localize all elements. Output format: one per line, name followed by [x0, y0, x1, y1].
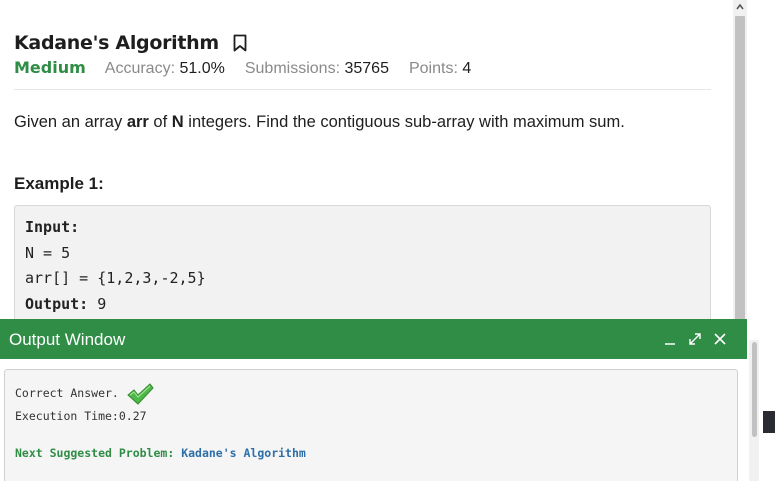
problem-title: Kadane's Algorithm [14, 32, 219, 54]
divider [14, 89, 711, 90]
checkmark-icon [127, 383, 154, 405]
problem-scrollbar[interactable] [733, 0, 747, 330]
expand-icon[interactable] [687, 331, 703, 347]
difficulty-label: Medium [14, 58, 86, 77]
execution-time: Execution Time:0.27 [15, 409, 147, 423]
accuracy-label: Accuracy: [104, 60, 176, 77]
example-line-arr: arr[] = {1,2,3,-2,5} [25, 269, 206, 287]
close-icon[interactable] [712, 331, 728, 347]
next-problem-link[interactable]: Kadane's Algorithm [181, 446, 306, 460]
statement-text: integers. Find the contiguous sub-array … [183, 113, 625, 131]
problem-statement: Given an array arr of N integers. Find t… [14, 113, 625, 132]
title-row: Kadane's Algorithm [14, 32, 247, 54]
output-scrollbar-thumb[interactable] [752, 342, 757, 437]
output-window-body: Correct Answer. Execution Time:0.27 Next… [4, 369, 738, 481]
scrollbar-thumb[interactable] [735, 16, 745, 330]
submissions: Submissions: 35765 [245, 60, 389, 78]
submissions-label: Submissions: [244, 60, 341, 77]
statement-keyword: N [171, 113, 184, 131]
statement-text: Given an array [14, 113, 127, 131]
next-problem-label: Next Suggested Problem: [15, 446, 175, 460]
output-window-header: Output Window [0, 319, 747, 359]
example-output: Output: 9 [25, 295, 700, 321]
bookmark-icon[interactable] [233, 34, 247, 52]
submissions-value: 35765 [344, 60, 389, 77]
points-value: 4 [462, 60, 472, 77]
window-edge [761, 0, 775, 481]
example-line-n: N = 5 [25, 243, 71, 262]
output-scrollbar[interactable] [749, 340, 759, 481]
example-output-value: 9 [88, 294, 107, 313]
example-output-label: Output: [25, 294, 89, 313]
accuracy-value: 51.0% [179, 60, 225, 77]
example-input-label: Input: [25, 218, 80, 236]
points-label: Points: [408, 60, 458, 77]
result-text: Correct Answer. [15, 386, 119, 400]
output-window-title: Output Window [9, 330, 126, 349]
accuracy: Accuracy: 51.0% [105, 60, 225, 78]
next-suggestion: Next Suggested Problem: Kadane's Algorit… [15, 446, 306, 460]
example-heading: Example 1: [14, 174, 104, 193]
edge-tab [763, 411, 775, 433]
points: Points: 4 [409, 60, 471, 78]
statement-keyword: arr [126, 113, 149, 131]
problem-meta: Medium Accuracy: 51.0% Submissions: 3576… [14, 58, 491, 78]
minimize-icon[interactable] [662, 331, 678, 347]
statement-text: of [148, 113, 172, 131]
scroll-up-icon[interactable] [736, 3, 744, 11]
